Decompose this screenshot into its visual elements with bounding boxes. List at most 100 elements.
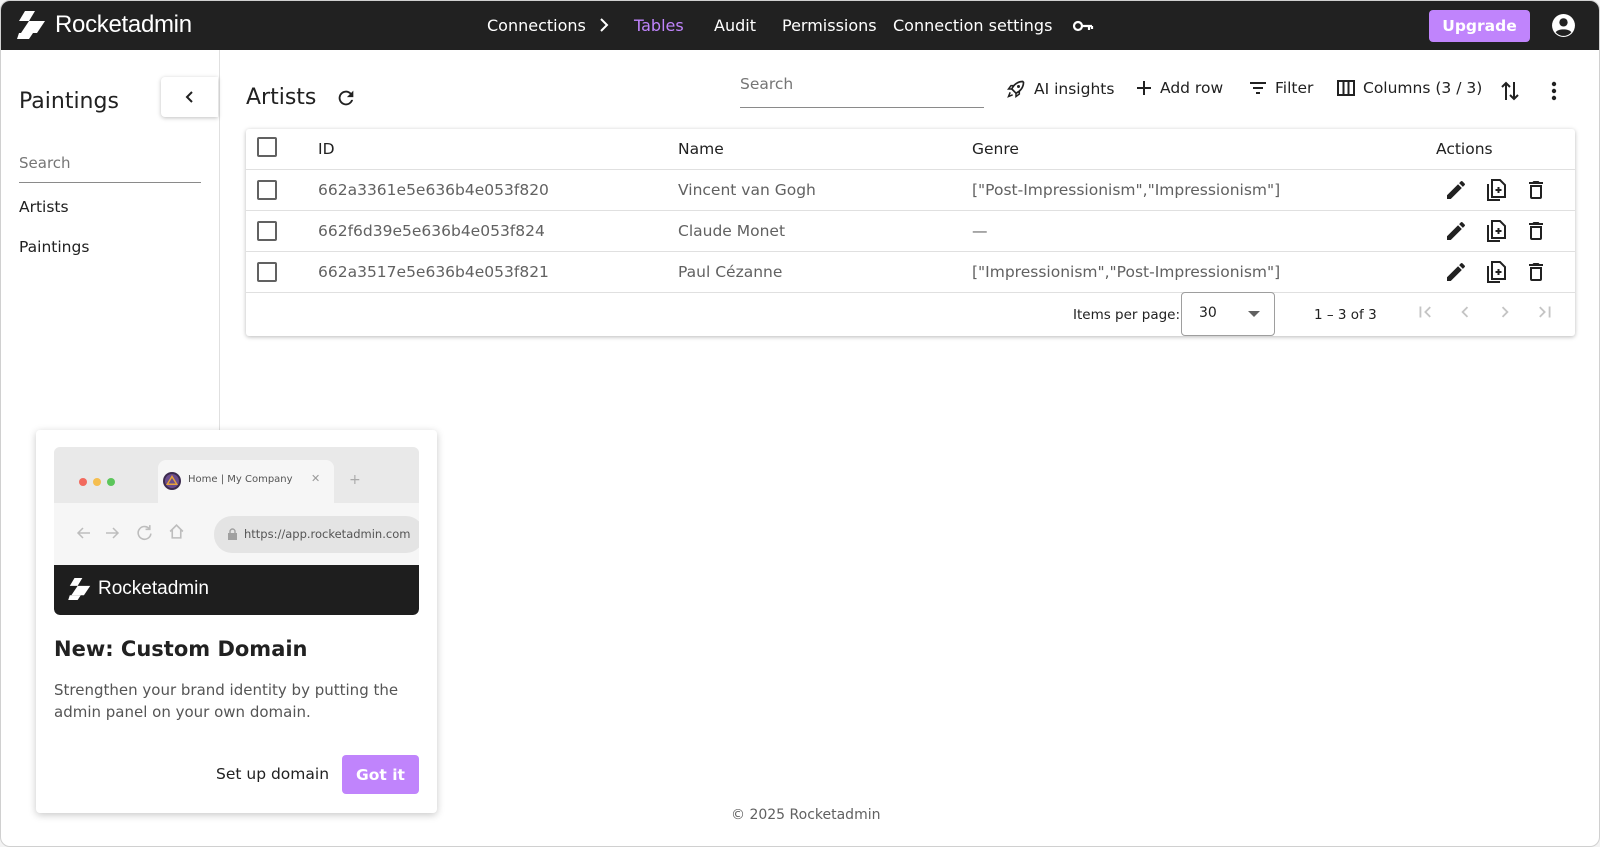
chevron-left-icon [185,91,193,103]
nav-permissions[interactable]: Permissions [782,16,877,35]
delete-icon[interactable] [1524,260,1548,284]
duplicate-icon[interactable] [1484,178,1508,202]
company-favicon-icon [163,472,181,490]
column-header-name[interactable]: Name [678,140,724,158]
ai-insights-label: AI insights [1034,80,1115,98]
key-icon[interactable] [1072,16,1094,36]
refresh-icon[interactable] [335,87,357,109]
window-minimize-dot [93,478,101,486]
browser-tab-title: Home | My Company [188,474,293,485]
browser-page-banner: Rocketadmin [54,565,419,615]
filter-icon [1250,82,1266,94]
collapse-sidebar-button[interactable] [161,77,218,117]
duplicate-icon[interactable] [1484,219,1508,243]
cell-genre: — [972,222,988,240]
account-circle-icon[interactable] [1551,13,1576,38]
browser-tab: Home | My Company ✕ [158,460,334,503]
sidebar-item-paintings[interactable]: Paintings [19,238,89,256]
items-per-page-label: Items per page: [1073,307,1181,323]
cell-name: Vincent van Gogh [678,181,816,199]
edit-icon[interactable] [1444,260,1468,284]
ai-insights-button[interactable]: AI insights [1006,79,1114,99]
previous-page-icon[interactable] [1454,301,1476,323]
promo-brand-logo: Rocketadmin [68,578,209,600]
add-row-button[interactable]: Add row [1136,79,1223,97]
sidebar-title: Paintings [19,89,119,114]
sidebar-search-input[interactable]: Search [19,151,201,183]
edit-icon[interactable] [1444,219,1468,243]
cell-genre: ["Impressionism","Post-Impressionism"] [972,263,1281,281]
items-per-page-value: 30 [1199,305,1217,321]
nav-connection-settings[interactable]: Connection settings [893,16,1052,35]
footer-copyright: © 2025 Rocketadmin [731,807,881,823]
page-title: Artists [246,85,317,110]
row-checkbox[interactable] [257,180,277,200]
browser-mockup-illustration: Home | My Company ✕ + https://app.rocket… [54,447,419,615]
brand-name: Rocketadmin [55,11,192,38]
row-checkbox[interactable] [257,221,277,241]
delete-icon[interactable] [1524,219,1548,243]
add-row-label: Add row [1160,79,1224,97]
upgrade-button[interactable]: Upgrade [1429,10,1530,42]
filter-button[interactable]: Filter [1249,79,1313,97]
rocket-icon [1007,80,1025,98]
rocketadmin-logo-icon [17,11,45,39]
filter-label: Filter [1275,79,1314,97]
top-navbar: Rocketadmin Connections Tables Audit Per… [1,1,1599,50]
promo-title: New: Custom Domain [54,637,308,661]
edit-icon[interactable] [1444,178,1468,202]
nav-audit[interactable]: Audit [714,16,756,35]
sort-icon[interactable] [1500,80,1520,102]
window-maximize-dot [107,478,115,486]
close-icon: ✕ [311,472,321,485]
view-column-icon [1337,80,1355,96]
sidebar-item-artists[interactable]: Artists [19,198,69,216]
browser-url-text: https://app.rocketadmin.com [244,527,411,541]
table-row[interactable]: 662a3361e5e636b4e053f820 Vincent van Gog… [246,170,1575,211]
columns-button[interactable]: Columns (3 / 3) [1337,79,1482,97]
data-table: ID Name Genre Actions 662a3361e5e636b4e0… [246,129,1575,336]
cell-id: 662a3517e5e636b4e053f821 [318,263,549,281]
set-up-domain-button[interactable]: Set up domain [216,765,329,783]
reload-icon [137,525,152,540]
more-vert-icon[interactable] [1547,80,1561,102]
first-page-icon[interactable] [1414,301,1436,323]
nav-tables[interactable]: Tables [634,16,684,35]
sidebar: Paintings Search Artists Paintings [1,50,220,430]
items-per-page-select[interactable]: 30 [1181,292,1275,336]
cell-genre: ["Post-Impressionism","Impressionism"] [972,181,1281,199]
plus-icon: + [349,472,361,488]
duplicate-icon[interactable] [1484,260,1508,284]
column-header-id[interactable]: ID [318,140,335,158]
table-row[interactable]: 662f6d39e5e636b4e053f824 Claude Monet — [246,211,1575,252]
window-close-dot [79,478,87,486]
cell-id: 662f6d39e5e636b4e053f824 [318,222,545,240]
promo-description: Strengthen your brand identity by puttin… [54,681,399,721]
rocketadmin-logo-icon [68,578,91,600]
select-all-checkbox[interactable] [257,137,277,157]
pagination-range: 1 – 3 of 3 [1314,307,1377,323]
table-row[interactable]: 662a3517e5e636b4e053f821 Paul Cézanne ["… [246,252,1575,293]
cell-id: 662a3361e5e636b4e053f820 [318,181,549,199]
browser-tab-strip: Home | My Company ✕ + [54,447,419,503]
brand-logo[interactable]: Rocketadmin [17,11,192,39]
cell-name: Claude Monet [678,222,786,240]
delete-icon[interactable] [1524,178,1548,202]
lock-icon [228,528,237,540]
table-search-input[interactable]: Search [740,75,984,108]
dropdown-arrow-icon [1248,311,1260,317]
got-it-button[interactable]: Got it [342,755,419,794]
column-header-actions: Actions [1436,140,1493,158]
next-page-icon[interactable] [1494,301,1516,323]
arrow-forward-icon [106,527,120,539]
chevron-right-icon [600,18,609,32]
plus-icon [1137,81,1151,95]
last-page-icon[interactable] [1534,301,1556,323]
home-icon [169,523,184,539]
nav-connections[interactable]: Connections [487,16,586,35]
browser-url-field: https://app.rocketadmin.com [214,516,419,553]
cell-name: Paul Cézanne [678,263,783,281]
column-header-genre[interactable]: Genre [972,140,1019,158]
columns-label: Columns (3 / 3) [1363,79,1483,97]
row-checkbox[interactable] [257,262,277,282]
